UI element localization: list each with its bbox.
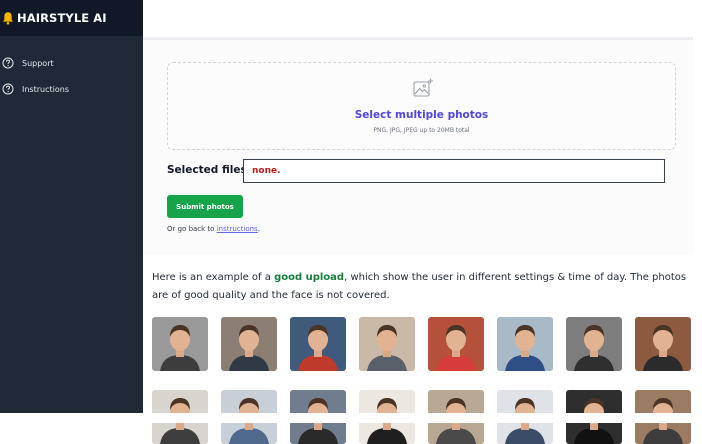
- brand-title: HAIRSTYLE AI: [17, 11, 107, 25]
- example-photo: [635, 317, 691, 371]
- sidebar-item-label: Instructions: [22, 84, 69, 94]
- example-description: Here is an example of a good upload, whi…: [152, 269, 692, 305]
- go-back-text: Or go back to instructions.: [167, 225, 260, 233]
- example-text-before: Here is an example of a: [152, 272, 275, 283]
- image-add-icon: [413, 78, 433, 97]
- bell-icon: [2, 11, 14, 25]
- example-photo: [359, 317, 415, 371]
- go-back-prefix: Or go back to: [167, 225, 217, 233]
- sidebar-nav: Support Instructions: [0, 50, 143, 102]
- example-photo-grid: [152, 317, 692, 444]
- example-photo: [221, 317, 277, 371]
- selected-files-value: none.: [252, 166, 281, 176]
- instructions-link[interactable]: instructions: [217, 225, 258, 233]
- help-circle-icon: [2, 57, 14, 69]
- page-footer-gap: [0, 413, 702, 423]
- page-edge: [693, 0, 702, 423]
- example-highlight: good upload: [274, 272, 345, 283]
- example-photo: [497, 317, 553, 371]
- select-photos-link[interactable]: Select multiple photos: [168, 109, 675, 121]
- go-back-suffix: .: [257, 225, 260, 233]
- sidebar: HAIRSTYLE AI Support Instructions: [0, 0, 143, 413]
- help-circle-icon: [2, 83, 14, 95]
- sidebar-item-support[interactable]: Support: [0, 50, 143, 76]
- example-photo: [566, 317, 622, 371]
- example-photo: [152, 317, 208, 371]
- example-photo: [428, 317, 484, 371]
- brand-bar[interactable]: HAIRSTYLE AI: [0, 0, 143, 36]
- selected-files-label: Selected files:: [167, 164, 251, 176]
- photo-dropzone[interactable]: Select multiple photos PNG, JPG, JPEG up…: [167, 62, 676, 150]
- submit-photos-button[interactable]: Submit photos: [167, 195, 243, 218]
- example-photo: [290, 317, 346, 371]
- sidebar-item-instructions[interactable]: Instructions: [0, 76, 143, 102]
- selected-files-field: none.: [243, 159, 665, 183]
- top-bar: [143, 9, 693, 40]
- sidebar-item-label: Support: [22, 58, 54, 68]
- upload-hint: PNG, JPG, JPEG up to 20MB total: [373, 127, 470, 134]
